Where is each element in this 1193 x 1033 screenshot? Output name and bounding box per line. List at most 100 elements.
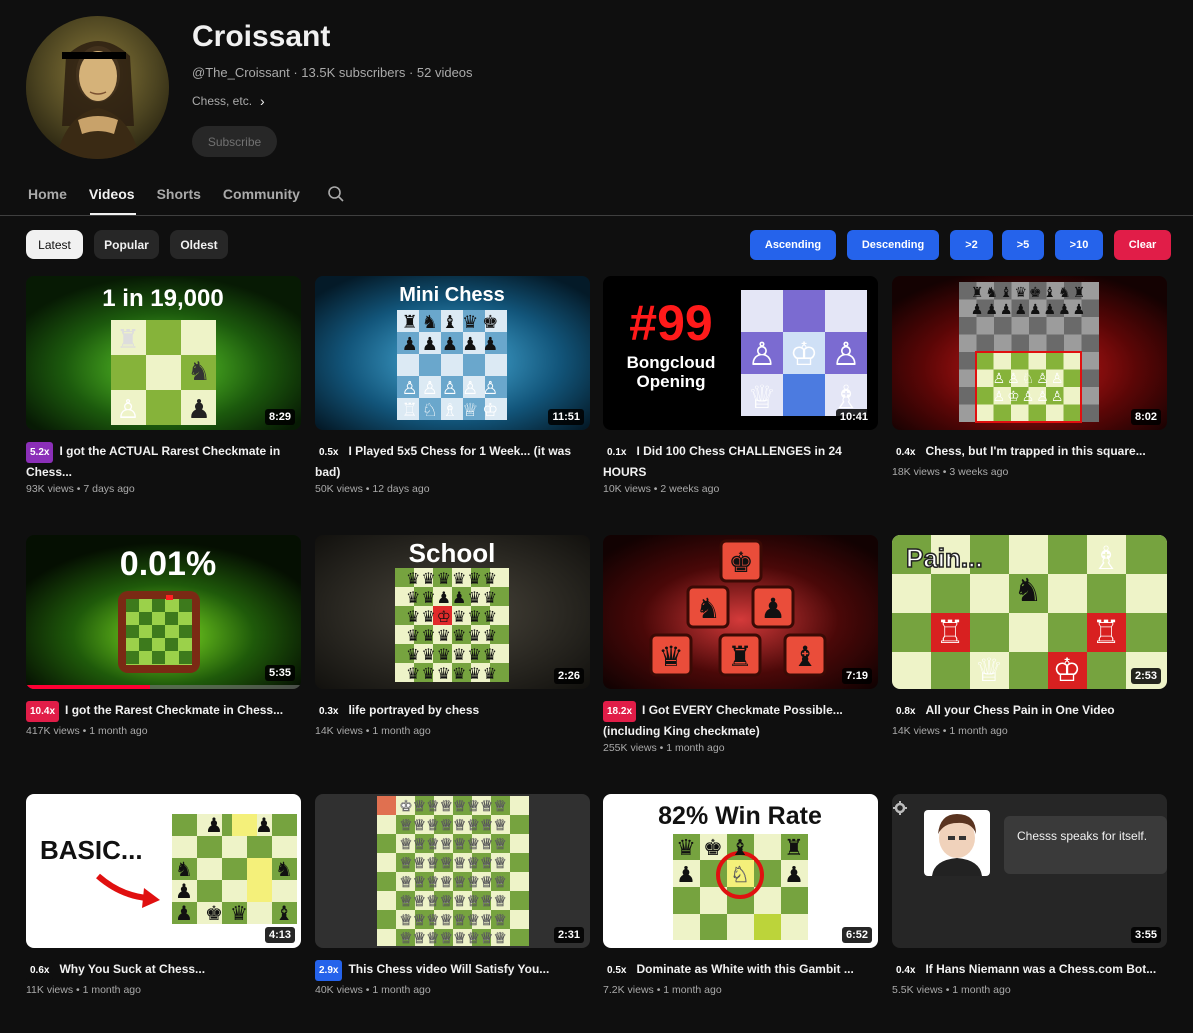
svg-text:♟: ♟ — [187, 394, 210, 424]
svg-text:♛♛♟♟♛♛: ♛♛♟♟♛♛ — [406, 590, 498, 607]
video-meta: 5.5K views • 1 month ago — [892, 984, 1011, 996]
video-thumbnail[interactable]: ♚♕♕♕♕♕♕♕ ♕♕♕♕♕♕♕♕ ♕♕♕♕♕♕♕♕ ♕♕♕♕♕♕♕♕ ♕♕♕♕♕♕… — [315, 794, 590, 948]
video-title[interactable]: 0.4x If Hans Niemann was a Chess.com Bot.… — [892, 960, 1167, 981]
video-title-text: I Did 100 Chess CHALLENGES in 24 HOURS — [603, 444, 842, 479]
svg-text:♕♕♕♕♕♕♕♕: ♕♕♕♕♕♕♕♕ — [399, 855, 507, 872]
video-thumbnail[interactable]: 0.01% 5:35 — [26, 535, 301, 689]
video-thumbnail[interactable]: BASIC... ♟ ♟ ♞ ♞ ♟ ♟ ♚ ♛ ♝ 4:13 — [26, 794, 301, 948]
descending-button[interactable]: Descending — [847, 230, 939, 260]
subscribe-button[interactable]: Subscribe — [192, 126, 277, 157]
video-card[interactable]: Pain... ♗ ♞ ♖ ♖ ♕ ♔ 2:53 0.8x All your Ch… — [892, 535, 1167, 737]
video-title[interactable]: 0.5x Dominate as White with this Gambit .… — [603, 960, 878, 981]
video-card[interactable]: School ♛♛♛♛♛♛ ♛♛♟♟♛♛ ♛♛♔♛♛♛ ♛♛♛♛♛♛ ♛♛♛♛♛… — [315, 535, 590, 737]
svg-text:♔: ♔ — [790, 336, 819, 372]
thumbnail-caption: School — [409, 538, 496, 568]
video-title[interactable]: 0.8x All your Chess Pain in One Video — [892, 701, 1167, 722]
svg-text:♛: ♛ — [658, 641, 683, 672]
video-title[interactable]: 0.4x Chess, but I'm trapped in this squar… — [892, 442, 1167, 463]
video-title[interactable]: 10.4x I got the Rarest Checkmate in Chess… — [26, 701, 301, 722]
svg-text:Opening: Opening — [637, 372, 706, 391]
svg-text:♔: ♔ — [1053, 652, 1082, 688]
chip-oldest[interactable]: Oldest — [170, 230, 228, 259]
video-card[interactable]: #99 Bongcloud Opening ♙ ♔ ♙ ♕ ♗ 10:41 0.… — [603, 276, 878, 495]
chip-latest[interactable]: Latest — [26, 230, 83, 259]
svg-text:♕♕♕♕♕♕♕♕: ♕♕♕♕♕♕♕♕ — [399, 912, 507, 929]
video-thumbnail[interactable]: Pain... ♗ ♞ ♖ ♖ ♕ ♔ 2:53 — [892, 535, 1167, 689]
svg-text:♙: ♙ — [116, 394, 139, 424]
video-title[interactable]: 0.5x I Played 5x5 Chess for 1 Week... (it… — [315, 442, 590, 480]
video-card[interactable]: 1 in 19,000 ♜ ♞ ♙ ♟ 8:29 5.2x I got the A… — [26, 276, 301, 495]
video-thumbnail[interactable]: ♚ ♞ ♟ ♛ ♜ ♝ 7:19 — [603, 535, 878, 689]
svg-text:♟: ♟ — [205, 815, 223, 837]
video-title-text: Why You Suck at Chess... — [59, 962, 206, 976]
speed-badge: 0.6x — [26, 960, 54, 981]
video-card[interactable]: 0.01% 5:35 10.4x I got the Rarest Checkma… — [26, 535, 301, 737]
watch-progress-bar — [26, 685, 150, 689]
channel-meta: @The_Croissant · 13.5K subscribers · 52 … — [192, 65, 473, 80]
video-title[interactable]: 18.2x I Got EVERY Checkmate Possible... (… — [603, 701, 878, 739]
channel-description[interactable]: Chess, etc. › — [192, 93, 265, 109]
video-thumbnail[interactable]: 82% Win Rate ♛ ♚ ♝ ♜ ♘ ♟ ♟ 6:52 — [603, 794, 878, 948]
video-title-text: I got the ACTUAL Rarest Checkmate in Che… — [26, 444, 281, 479]
video-title[interactable]: 2.9x This Chess video Will Satisfy You... — [315, 960, 590, 981]
video-card[interactable]: BASIC... ♟ ♟ ♞ ♞ ♟ ♟ ♚ ♛ ♝ 4:13 0.6x Why… — [26, 794, 301, 996]
filter-gt5-button[interactable]: >5 — [1002, 230, 1044, 260]
speed-badge: 0.5x — [315, 442, 343, 463]
svg-text:♜: ♜ — [727, 641, 752, 672]
tab-community[interactable]: Community — [223, 186, 300, 202]
video-title[interactable]: 0.1x I Did 100 Chess CHALLENGES in 24 HOU… — [603, 442, 878, 480]
video-thumbnail[interactable]: #99 Bongcloud Opening ♙ ♔ ♙ ♕ ♗ 10:41 — [603, 276, 878, 430]
video-duration: 2:31 — [553, 927, 584, 943]
speed-badge: 18.2x — [603, 701, 637, 722]
video-thumbnail[interactable]: ♜♞♝♛♚♝♞♜ ♟♟♟♟♟♟♟♟ ♙♙♘♙♙ ♙♔♙♙♙ 8:02 — [892, 276, 1167, 430]
speed-badge: 0.4x — [892, 960, 920, 981]
video-thumbnail[interactable]: Mini Chess ♜♞♝♛♚ ♟♟♟♟♟ ♙♙♙♙♙ ♖♘♗♕♔ 11:51 — [315, 276, 590, 430]
svg-text:♜♞♝♛♚♝♞♜: ♜♞♝♛♚♝♞♜ — [971, 284, 1087, 300]
video-card[interactable]: ♚ ♞ ♟ ♛ ♜ ♝ 7:19 18.2x I Got EVERY Checkmate… — [603, 535, 878, 754]
svg-text:♝: ♝ — [792, 641, 817, 672]
channel-avatar[interactable] — [26, 16, 169, 159]
video-duration: 8:02 — [1130, 409, 1161, 425]
tab-shorts[interactable]: Shorts — [157, 186, 201, 202]
thumbnail-caption: 82% Win Rate — [658, 802, 822, 830]
svg-text:♖: ♖ — [1092, 614, 1121, 650]
video-card[interactable]: ♜♞♝♛♚♝♞♜ ♟♟♟♟♟♟♟♟ ♙♙♘♙♙ ♙♔♙♙♙ 8:02 0.4x C… — [892, 276, 1167, 478]
video-meta: 50K views • 12 days ago — [315, 483, 430, 495]
filter-gt10-button[interactable]: >10 — [1055, 230, 1103, 260]
video-duration: 8:29 — [264, 409, 295, 425]
chip-popular[interactable]: Popular — [94, 230, 159, 259]
filter-gt2-button[interactable]: >2 — [950, 230, 993, 260]
video-title-text: All your Chess Pain in One Video — [925, 703, 1115, 717]
svg-text:♝: ♝ — [730, 835, 750, 860]
video-thumbnail[interactable]: Chesss speaks for itself. 3:55 — [892, 794, 1167, 948]
thumbnail-caption: BASIC... — [40, 835, 143, 865]
search-icon[interactable] — [327, 185, 345, 203]
speed-badge: 0.3x — [315, 701, 343, 722]
svg-text:♚♕♕♕♕♕♕♕: ♚♕♕♕♕♕♕♕ — [399, 798, 507, 815]
svg-text:♕♕♕♕♕♕♕♕: ♕♕♕♕♕♕♕♕ — [399, 893, 507, 910]
video-meta: 417K views • 1 month ago — [26, 725, 148, 737]
video-title-text: Chess, but I'm trapped in this square... — [925, 444, 1146, 458]
clear-button[interactable]: Clear — [1114, 230, 1171, 260]
svg-text:♙♙♙♙♙: ♙♙♙♙♙ — [402, 378, 503, 398]
tab-home[interactable]: Home — [28, 186, 67, 202]
video-card[interactable]: Mini Chess ♜♞♝♛♚ ♟♟♟♟♟ ♙♙♙♙♙ ♖♘♗♕♔ 11:51… — [315, 276, 590, 495]
video-title[interactable]: 5.2x I got the ACTUAL Rarest Checkmate in… — [26, 442, 301, 480]
video-thumbnail[interactable]: School ♛♛♛♛♛♛ ♛♛♟♟♛♛ ♛♛♔♛♛♛ ♛♛♛♛♛♛ ♛♛♛♛♛… — [315, 535, 590, 689]
ascending-button[interactable]: Ascending — [750, 230, 836, 260]
svg-text:♛♛♛♛♛♛: ♛♛♛♛♛♛ — [406, 647, 498, 664]
video-title[interactable]: 0.6x Why You Suck at Chess... — [26, 960, 301, 981]
thumbnail-caption: 1 in 19,000 — [102, 285, 223, 312]
speed-badge: 0.4x — [892, 442, 920, 463]
video-card[interactable]: Chesss speaks for itself. 3:55 0.4x If Ha… — [892, 794, 1167, 996]
video-duration: 7:19 — [841, 668, 872, 684]
video-thumbnail[interactable]: 1 in 19,000 ♜ ♞ ♙ ♟ 8:29 — [26, 276, 301, 430]
svg-text:♟: ♟ — [175, 881, 193, 903]
video-title[interactable]: 0.3x life portrayed by chess — [315, 701, 590, 722]
video-card[interactable]: ♚♕♕♕♕♕♕♕ ♕♕♕♕♕♕♕♕ ♕♕♕♕♕♕♕♕ ♕♕♕♕♕♕♕♕ ♕♕♕♕♕♕… — [315, 794, 590, 996]
tab-videos[interactable]: Videos — [89, 186, 135, 202]
svg-text:Bongcloud: Bongcloud — [627, 353, 716, 372]
svg-text:♛♛♛♛♛♛: ♛♛♛♛♛♛ — [406, 666, 498, 683]
thumbnail-caption: Mini Chess — [399, 284, 505, 306]
video-card[interactable]: 82% Win Rate ♛ ♚ ♝ ♜ ♘ ♟ ♟ 6:52 0.5x Dom… — [603, 794, 878, 996]
